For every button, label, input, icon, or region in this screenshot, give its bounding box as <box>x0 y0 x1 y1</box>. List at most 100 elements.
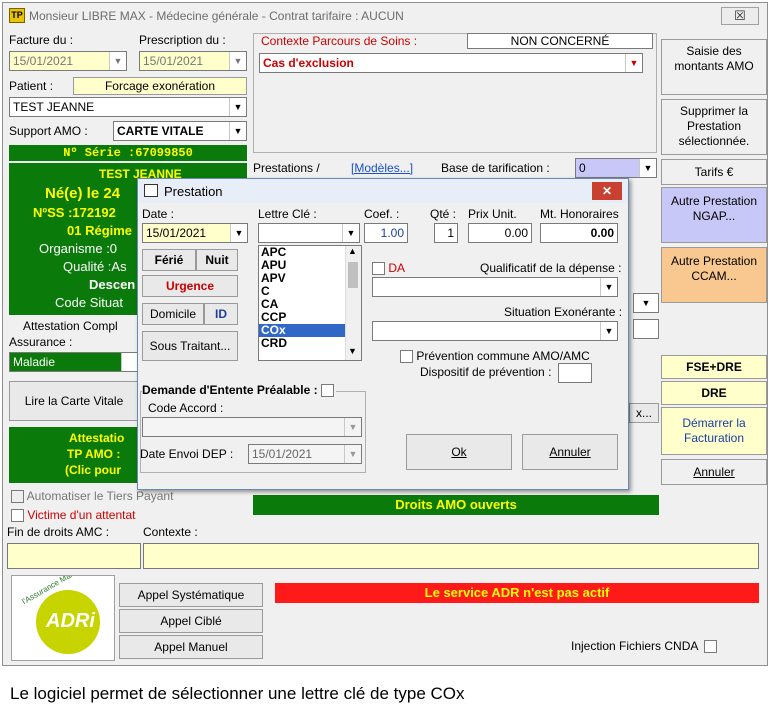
sous-traitant-button[interactable]: Sous Traitant... <box>142 331 238 361</box>
prescription-label: Prescription du : <box>139 33 226 47</box>
scroll-thumb[interactable] <box>348 262 358 288</box>
autre-ccam-button[interactable]: Autre Prestation CCAM... <box>661 247 767 303</box>
date-envoi-field[interactable]: 15/01/2021 ▼ <box>248 444 362 464</box>
victime-checkbox[interactable] <box>11 509 24 523</box>
chevron-down-icon[interactable]: ▼ <box>342 224 359 242</box>
facture-date-field[interactable]: 15/01/2021 ▼ <box>9 51 127 71</box>
entente-checkbox[interactable] <box>320 384 334 398</box>
assurance-select[interactable]: Maladie ▼ <box>9 352 139 372</box>
domicile-button[interactable]: Domicile <box>142 303 204 325</box>
saisie-montants-button[interactable]: Saisie des montants AMO <box>661 39 767 95</box>
urgence-button[interactable]: Urgence <box>142 275 238 297</box>
base-tarif-label: Base de tarification : <box>441 161 550 175</box>
date-label: Date : <box>142 207 175 221</box>
list-scrollbar[interactable]: ▲ ▼ <box>345 246 361 360</box>
dialog-title-bar: Prestation ✕ <box>138 179 628 203</box>
auto-tiers-row[interactable]: Automatiser le Tiers Payant <box>11 489 174 504</box>
title-bar: TP Monsieur LIBRE MAX - Médecine général… <box>3 3 767 29</box>
code-accord-select[interactable]: ▼ <box>142 417 362 437</box>
prevention-row[interactable]: Prévention commune AMO/AMC <box>400 349 590 364</box>
fse-dre-button[interactable]: FSE+DRE <box>661 355 767 379</box>
lettre-cle-select[interactable]: ▼ <box>258 223 360 243</box>
code-accord-label: Code Accord : <box>148 401 224 415</box>
demarrer-facturation-button[interactable]: Démarrer la Facturation <box>661 407 767 455</box>
mt-field[interactable]: 0.00 <box>540 223 618 243</box>
facture-label: Facture du : <box>9 33 74 47</box>
attestation-label: Attestation Compl <box>23 319 118 333</box>
forcage-button[interactable]: Forcage exonération <box>73 77 247 95</box>
da-checkbox[interactable] <box>372 262 385 276</box>
modeles-link[interactable]: [Modèles...] <box>351 161 413 175</box>
supprimer-prestation-button[interactable]: Supprimer la Prestation sélectionnée. <box>661 99 767 155</box>
dre-button[interactable]: DRE <box>661 381 767 405</box>
tarifs-button[interactable]: Tarifs € <box>661 159 767 185</box>
hidden-field[interactable] <box>633 319 659 339</box>
attestation-tp-box[interactable]: Attestatio TP AMO : (Clic pour <box>9 427 139 483</box>
support-select[interactable]: CARTE VITALE ▼ <box>113 121 247 141</box>
attestatio-line-1: TP AMO : <box>67 447 121 461</box>
auto-tiers-label: Automatiser le Tiers Payant <box>26 489 174 503</box>
situation-select[interactable]: ▼ <box>372 321 618 341</box>
appel-manuel-button[interactable]: Appel Manuel <box>119 635 263 659</box>
contexte-field[interactable] <box>143 543 759 569</box>
chevron-down-icon[interactable]: ▼ <box>600 278 617 296</box>
prevention-checkbox[interactable] <box>400 350 413 364</box>
da-label: DA <box>388 261 406 275</box>
chevron-up-icon[interactable]: ▲ <box>348 246 357 256</box>
cas-exclusion-select[interactable]: Cas d'exclusion ▼ <box>259 53 643 73</box>
injection-label: Injection Fichiers CNDA <box>571 639 698 653</box>
qte-field[interactable]: 1 <box>434 223 458 243</box>
parcours-value[interactable]: NON CONCERNÉ <box>467 33 653 49</box>
chevron-down-icon[interactable]: ▼ <box>348 346 357 356</box>
modif-button[interactable]: x... <box>629 403 659 423</box>
chevron-down-icon[interactable]: ▼ <box>229 122 246 140</box>
chevron-down-icon[interactable]: ▼ <box>625 54 642 72</box>
chevron-down-icon[interactable]: ▼ <box>229 52 246 70</box>
prescription-date-field[interactable]: 15/01/2021 ▼ <box>139 51 247 71</box>
chevron-down-icon[interactable]: ▼ <box>121 353 138 371</box>
id-button[interactable]: ID <box>204 303 238 325</box>
patient-select[interactable]: TEST JEANNE ▼ <box>9 97 247 117</box>
coef-field[interactable]: 1.00 <box>364 223 408 243</box>
qualificatif-select[interactable]: ▼ <box>372 277 618 297</box>
injection-checkbox[interactable] <box>704 640 718 654</box>
date-envoi-label: Date Envoi DEP : <box>140 447 234 461</box>
da-row[interactable]: DA <box>372 261 406 276</box>
autre-ngap-button[interactable]: Autre Prestation NGAP... <box>661 187 767 243</box>
hidden-dropdown-arrow[interactable]: ▼ <box>633 293 659 313</box>
dialog-title: Prestation <box>164 184 223 199</box>
fin-droits-field[interactable] <box>7 543 141 569</box>
patient-label: Patient : <box>9 79 54 93</box>
dispositif-field[interactable] <box>558 363 592 383</box>
chevron-down-icon[interactable]: ▼ <box>230 224 247 242</box>
prix-field[interactable]: 0.00 <box>468 223 532 243</box>
ok-button[interactable]: Ok <box>406 434 512 470</box>
chevron-down-icon[interactable]: ▼ <box>600 322 617 340</box>
annuler-main-button[interactable]: Annuler <box>661 459 767 485</box>
green-line-6: Descen <box>89 277 136 292</box>
base-tarif-select[interactable]: 0 ▼ <box>575 158 657 178</box>
dialog-close-button[interactable]: ✕ <box>592 182 622 200</box>
auto-tiers-checkbox[interactable] <box>11 490 24 504</box>
appel-systematique-button[interactable]: Appel Systématique <box>119 583 263 607</box>
chevron-down-icon[interactable]: ▼ <box>344 445 361 463</box>
victime-row[interactable]: Victime d'un attentat <box>11 508 135 523</box>
chevron-down-icon[interactable]: ▼ <box>229 98 246 116</box>
chevron-down-icon[interactable]: ▼ <box>109 52 126 70</box>
date-field[interactable]: 15/01/2021 ▼ <box>142 223 248 243</box>
base-tarif-value: 0 <box>579 161 586 175</box>
facture-date-value: 15/01/2021 <box>13 54 74 68</box>
injection-row[interactable]: Injection Fichiers CNDA <box>571 639 718 654</box>
green-line-7: Code Situat <box>55 295 123 310</box>
nuit-button[interactable]: Nuit <box>196 249 238 271</box>
appel-cible-button[interactable]: Appel Ciblé <box>119 609 263 633</box>
dialog-annuler-button[interactable]: Annuler <box>522 434 618 470</box>
window-close-button[interactable]: ☒ <box>721 7 759 25</box>
lettre-cle-list[interactable]: APC APU APV C CA CCP COx CRD ▲ ▼ <box>258 245 362 361</box>
chevron-down-icon[interactable]: ▼ <box>344 418 361 436</box>
ferie-button[interactable]: Férié <box>142 249 196 271</box>
prix-label: Prix Unit. <box>468 207 517 221</box>
chevron-down-icon[interactable]: ▼ <box>639 159 656 177</box>
assurance-label: Assurance : <box>9 335 73 349</box>
lire-carte-button[interactable]: Lire la Carte Vitale <box>9 381 139 421</box>
